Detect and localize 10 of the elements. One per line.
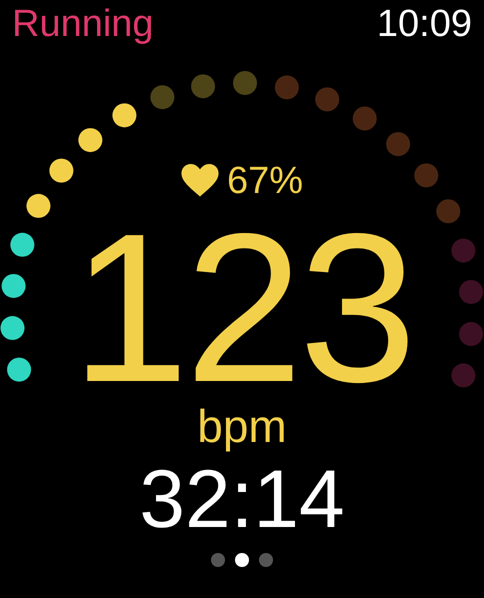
page-dot[interactable] bbox=[235, 553, 249, 567]
clock-time: 10:09 bbox=[376, 2, 472, 46]
heart-icon bbox=[180, 164, 219, 198]
page-dot[interactable] bbox=[211, 553, 225, 567]
heart-rate-unit: bpm bbox=[197, 401, 287, 451]
zone-percent: 67% bbox=[226, 161, 304, 201]
workout-title: Running bbox=[12, 2, 154, 46]
heart-rate-value: 123 bbox=[71, 213, 413, 403]
page-dot[interactable] bbox=[259, 553, 273, 567]
elapsed-time: 32:14 bbox=[139, 457, 345, 543]
